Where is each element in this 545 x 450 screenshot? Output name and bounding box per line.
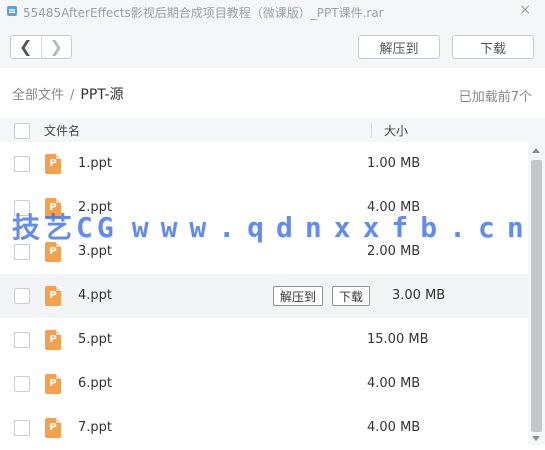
back-icon[interactable]: ❮	[11, 36, 42, 58]
watermark: 技艺CG www.qdnxxfb.cn	[12, 206, 536, 246]
ppt-file-icon: P	[45, 330, 61, 350]
close-icon[interactable]: ×	[519, 2, 531, 18]
row-checkbox[interactable]	[14, 288, 30, 304]
ppt-file-icon: P	[45, 154, 61, 174]
watermark-brand: 技艺CG	[12, 211, 118, 244]
file-row-hovered[interactable]: P 4.ppt 解压到 下载 3.00 MB	[0, 274, 528, 318]
file-name[interactable]: 1.ppt	[78, 156, 112, 171]
scroll-down-icon[interactable]	[532, 436, 540, 441]
file-size: 2.00 MB	[367, 244, 421, 259]
column-header-name[interactable]: 文件名	[44, 122, 80, 139]
file-name[interactable]: 4.ppt	[78, 288, 112, 303]
ppt-file-icon: P	[45, 286, 61, 306]
file-name[interactable]: 7.ppt	[78, 420, 112, 435]
column-divider[interactable]	[371, 122, 372, 138]
toolbar: ❮ ❯ 解压到 下载	[0, 26, 545, 68]
loaded-count-text: 已加载前7个	[458, 90, 532, 105]
ppt-file-icon: P	[45, 374, 61, 394]
file-name[interactable]: 5.ppt	[78, 332, 112, 347]
file-size: 15.00 MB	[367, 332, 429, 347]
row-checkbox[interactable]	[14, 420, 30, 436]
window-title: 55485AfterEffects影视后期合成项目教程（微课版）_PPT课件.r…	[23, 6, 384, 20]
download-button[interactable]: 下载	[452, 35, 534, 59]
row-checkbox[interactable]	[14, 332, 30, 348]
row-download-button[interactable]: 下载	[332, 286, 370, 306]
watermark-url: www.qdnxxfb.cn	[131, 211, 536, 244]
forward-icon[interactable]: ❯	[42, 36, 72, 58]
row-extract-button[interactable]: 解压到	[273, 286, 323, 306]
vertical-scrollbar[interactable]	[528, 142, 545, 445]
column-header-size[interactable]: 大小	[384, 122, 408, 139]
file-size: 3.00 MB	[392, 288, 446, 303]
select-all-checkbox[interactable]	[14, 123, 30, 139]
scroll-up-icon[interactable]	[532, 148, 540, 153]
extract-button[interactable]: 解压到	[358, 35, 440, 59]
nav-button-group: ❮ ❯	[10, 35, 72, 59]
file-row[interactable]: P 5.ppt 15.00 MB	[0, 318, 528, 362]
file-row[interactable]: P 7.ppt 4.00 MB	[0, 406, 528, 450]
row-checkbox[interactable]	[14, 156, 30, 172]
file-size: 4.00 MB	[367, 376, 421, 391]
file-list-header: 文件名 大小	[0, 118, 545, 142]
row-checkbox[interactable]	[14, 244, 30, 260]
breadcrumb-root-link[interactable]: 全部文件	[12, 88, 64, 103]
file-size: 4.00 MB	[367, 420, 421, 435]
title-bar: 55485AfterEffects影视后期合成项目教程（微课版）_PPT课件.r…	[0, 0, 545, 26]
ppt-file-icon: P	[45, 418, 61, 438]
scrollbar-thumb[interactable]	[531, 160, 542, 432]
breadcrumb-current: PPT-源	[80, 87, 124, 103]
breadcrumb-separator: /	[70, 88, 75, 103]
file-row[interactable]: P 1.ppt 1.00 MB	[0, 142, 528, 186]
row-checkbox[interactable]	[14, 376, 30, 392]
archive-app-icon	[7, 6, 17, 16]
breadcrumb: 全部文件 / PPT-源	[12, 84, 124, 104]
file-name[interactable]: 6.ppt	[78, 376, 112, 391]
file-row[interactable]: P 6.ppt 4.00 MB	[0, 362, 528, 406]
file-size: 1.00 MB	[367, 156, 421, 171]
file-name[interactable]: 3.ppt	[78, 244, 112, 259]
